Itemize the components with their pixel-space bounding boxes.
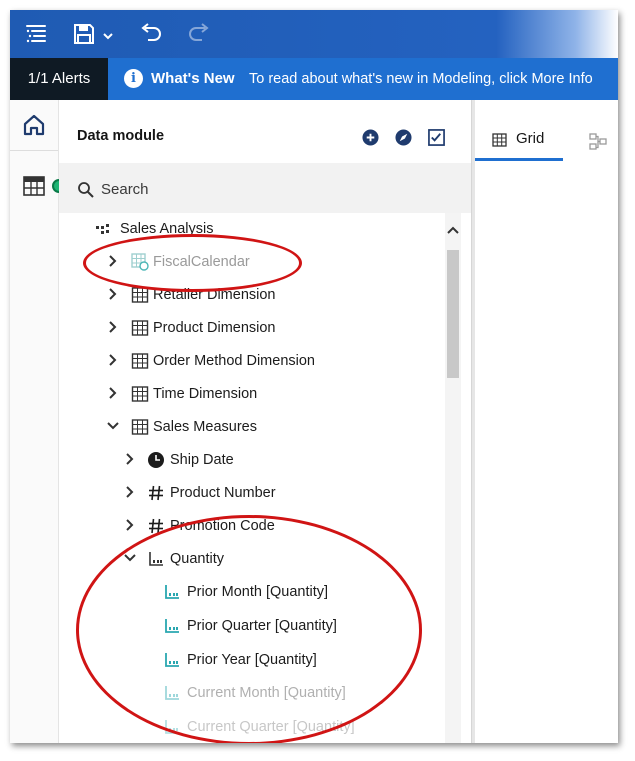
tree-item-current-month-quantity[interactable]: Current Month [Quantity]	[59, 677, 444, 710]
whats-new-label: What's New	[151, 70, 235, 87]
home-button[interactable]	[10, 100, 58, 151]
tree-item-ship-date[interactable]: Ship Date	[59, 444, 444, 477]
tree-item-label: Retailer Dimension	[153, 287, 276, 303]
table-icon	[131, 386, 149, 402]
tree-item-label: Product Number	[170, 485, 276, 501]
table-icon	[131, 419, 149, 435]
chevron-right-icon[interactable]	[122, 483, 138, 501]
save-icon[interactable]	[72, 22, 96, 52]
tree-item-label: Ship Date	[170, 452, 234, 468]
left-rail	[10, 100, 66, 743]
data-module-button[interactable]	[23, 176, 45, 198]
tree-item-label: Order Method Dimension	[153, 353, 315, 369]
tab-grid-label: Grid	[516, 130, 545, 147]
linked-table-icon	[131, 253, 149, 271]
tree-item-product-number[interactable]: Product Number	[59, 477, 444, 510]
grid-icon	[492, 133, 507, 147]
validate-icon[interactable]	[428, 129, 445, 146]
measure-icon	[149, 552, 163, 566]
relationships-icon[interactable]	[589, 133, 607, 151]
chevron-down-icon[interactable]	[105, 417, 121, 435]
tree-item-prior-quarter-quantity[interactable]: Prior Quarter [Quantity]	[59, 610, 444, 643]
tree-root[interactable]: Sales Analysis	[59, 213, 444, 246]
tree-root-label: Sales Analysis	[120, 221, 214, 237]
main-pane: Grid	[475, 100, 618, 743]
tree-item-promotion-code[interactable]: Promotion Code	[59, 510, 444, 543]
number-icon	[149, 485, 163, 501]
tree-item-label: FiscalCalendar	[153, 254, 250, 270]
alert-bar: 1/1 Alerts i What's New To read about wh…	[10, 58, 618, 100]
chevron-down-icon[interactable]	[122, 549, 138, 567]
table-icon	[131, 287, 149, 303]
tree-item-product-dimension[interactable]: Product Dimension	[59, 312, 444, 345]
tree-item-label: Prior Quarter [Quantity]	[187, 618, 337, 634]
chevron-right-icon[interactable]	[105, 351, 121, 369]
tree-item-label: Prior Month [Quantity]	[187, 584, 329, 600]
alerts-count-button[interactable]: 1/1 Alerts	[10, 58, 108, 100]
data-module-icon	[23, 176, 45, 196]
alert-message: To read about what's new in Modeling, cl…	[249, 71, 593, 87]
tree-item-time-dimension[interactable]: Time Dimension	[59, 378, 444, 411]
table-icon	[131, 320, 149, 336]
relative-measure-icon	[165, 686, 179, 700]
home-icon	[23, 114, 45, 136]
tree-item-label: Promotion Code	[170, 518, 275, 534]
tab-grid[interactable]: Grid	[475, 120, 563, 161]
tree-item-label: Current Month [Quantity]	[187, 685, 346, 701]
tree-item-current-quarter-quantity[interactable]: Current Quarter [Quantity]	[59, 711, 444, 743]
chevron-right-icon[interactable]	[105, 252, 121, 270]
module-tree: Sales Analysis FiscalCalendar Retailer D…	[59, 213, 444, 743]
chevron-down-icon[interactable]	[102, 24, 114, 50]
tree-item-label: Time Dimension	[153, 386, 258, 402]
tree-item-label: Prior Year [Quantity]	[187, 652, 317, 668]
relative-measure-icon	[165, 653, 179, 667]
relative-measure-icon	[165, 720, 179, 734]
relative-measure-icon	[165, 585, 179, 599]
chevron-right-icon[interactable]	[122, 450, 138, 468]
data-module-panel: Data module Search Sales Analysis Fiscal…	[59, 100, 471, 743]
search-input[interactable]: Search	[101, 181, 149, 198]
number-icon	[149, 518, 163, 534]
chevron-up-icon[interactable]	[447, 225, 459, 235]
chevron-right-icon[interactable]	[105, 384, 121, 402]
chevron-right-icon[interactable]	[105, 285, 121, 303]
tree-item-prior-year-quantity[interactable]: Prior Year [Quantity]	[59, 644, 444, 677]
menu-icon[interactable]	[24, 22, 48, 52]
table-icon	[131, 353, 149, 369]
tree-item-label: Product Dimension	[153, 320, 276, 336]
chevron-right-icon[interactable]	[105, 318, 121, 336]
tree-item-prior-month-quantity[interactable]: Prior Month [Quantity]	[59, 576, 444, 609]
add-icon[interactable]	[362, 129, 379, 146]
tree-item-label: Sales Measures	[153, 419, 257, 435]
data-module-icon	[96, 224, 109, 234]
tree-item-sales-measures[interactable]: Sales Measures	[59, 411, 444, 444]
search-bar[interactable]: Search	[59, 163, 471, 213]
info-icon: i	[124, 69, 143, 88]
panel-title: Data module	[77, 128, 165, 144]
tree-item-retailer-dimension[interactable]: Retailer Dimension	[59, 279, 444, 312]
scrollbar-thumb[interactable]	[447, 250, 459, 378]
tree-item-quantity[interactable]: Quantity	[59, 543, 444, 576]
clock-icon	[148, 452, 164, 468]
undo-icon[interactable]	[138, 22, 164, 52]
redo-icon[interactable]	[186, 22, 212, 52]
tree-scrollbar[interactable]	[445, 213, 461, 743]
search-icon	[78, 182, 94, 198]
tree-item-label: Quantity	[170, 551, 224, 567]
tree-item-fiscalcalendar[interactable]: FiscalCalendar	[59, 246, 444, 279]
top-toolbar	[10, 10, 618, 58]
chevron-right-icon[interactable]	[122, 516, 138, 534]
tree-item-order-method-dimension[interactable]: Order Method Dimension	[59, 345, 444, 378]
relative-measure-icon	[165, 619, 179, 633]
tree-item-label: Current Quarter [Quantity]	[187, 719, 355, 735]
navigate-icon[interactable]	[395, 129, 412, 146]
app-window: 1/1 Alerts i What's New To read about wh…	[10, 10, 618, 743]
